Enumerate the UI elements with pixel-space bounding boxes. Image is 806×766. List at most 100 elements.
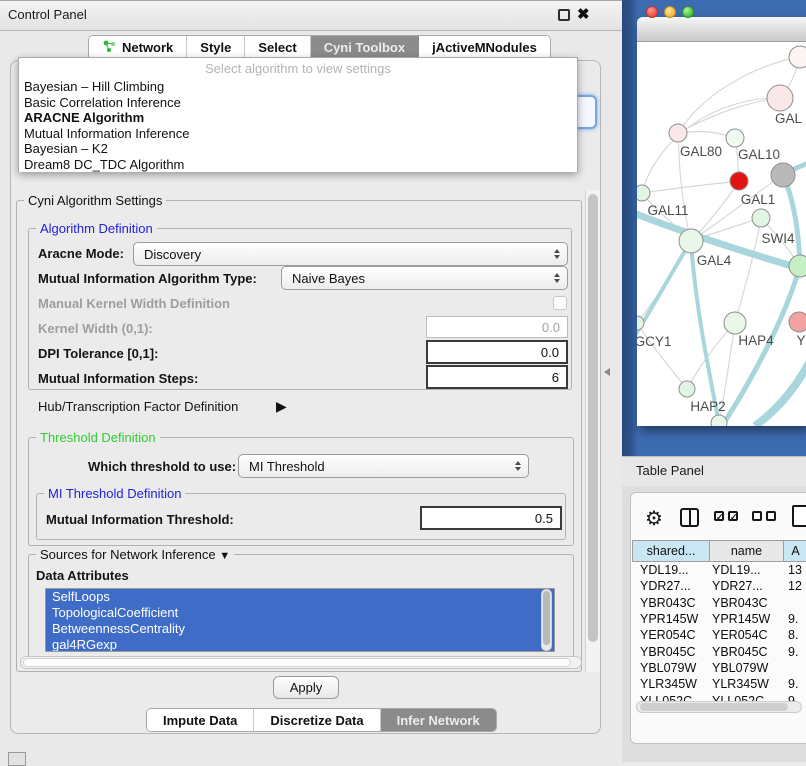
network-node[interactable] [724, 312, 746, 334]
table-row[interactable]: YDR27...YDR27...12 [632, 578, 806, 594]
tab-label: Style [200, 40, 231, 55]
deselect-all-checkbox-icon[interactable] [752, 511, 762, 521]
scrollbar-thumb[interactable] [543, 591, 550, 645]
columns-icon[interactable] [680, 508, 699, 527]
splitter-collapse-icon[interactable] [604, 368, 610, 376]
close-icon[interactable]: ✖ [577, 5, 590, 23]
hub-definition-label[interactable]: Hub/Transcription Factor Definition [38, 399, 238, 414]
algorithm-option-mutual-information-inference[interactable]: Mutual Information Inference [19, 126, 577, 142]
table-row[interactable]: YBR043CYBR043C [632, 595, 806, 611]
aracne-mode-select[interactable]: Discovery [133, 242, 568, 266]
select-all-checkbox-icon[interactable]: ✓ [728, 511, 738, 521]
table-row[interactable]: YLL052CYLL052C9. [632, 692, 806, 701]
algorithm-option-basic-correlation-inference[interactable]: Basic Correlation Inference [19, 95, 577, 111]
document-icon[interactable] [792, 505, 806, 527]
network-node[interactable] [637, 316, 644, 330]
table-row[interactable]: YBR045CYBR045C9. [632, 643, 806, 659]
bottom-tab-impute-data[interactable]: Impute Data [147, 709, 254, 731]
tab-style[interactable]: Style [187, 36, 245, 59]
network-node[interactable] [752, 209, 770, 227]
float-window-icon[interactable] [558, 9, 570, 21]
scrollbar-thumb[interactable] [640, 703, 788, 711]
which-threshold-select[interactable]: MI Threshold [238, 454, 529, 478]
table-horizontal-scrollbar[interactable] [636, 701, 802, 713]
node-label-gcy1: GCY1 [637, 334, 671, 349]
network-node[interactable] [679, 381, 695, 397]
cell-name: YLR345W [710, 677, 784, 691]
spinner-arrows-icon [554, 249, 560, 259]
minimize-traffic-light-icon[interactable] [664, 6, 676, 18]
algorithm-option-aracne-algorithm[interactable]: ARACNE Algorithm [19, 110, 577, 126]
cell-name: YDR27... [710, 579, 784, 593]
data-attribute-option-selfloops[interactable]: SelfLoops [46, 589, 554, 605]
bottom-tab-discretize-data[interactable]: Discretize Data [254, 709, 380, 731]
bottom-tabbar: Impute DataDiscretize DataInfer Network [146, 708, 497, 732]
tab-cyni-toolbox[interactable]: Cyni Toolbox [311, 36, 419, 59]
algorithm-option-bayesian-k2[interactable]: Bayesian – K2 [19, 141, 577, 157]
network-node[interactable] [789, 46, 806, 68]
settings-vertical-scrollbar[interactable] [585, 190, 600, 672]
sources-legend[interactable]: Sources for Network Inference ▼ [36, 547, 234, 562]
network-window-titlebar[interactable] [637, 17, 806, 42]
expand-arrow-icon[interactable]: ▶ [276, 398, 287, 415]
tab-jactivemnodules[interactable]: jActiveMNodules [419, 36, 550, 59]
data-attribute-option-betweennesscentrality[interactable]: BetweennessCentrality [46, 621, 554, 637]
table-row[interactable]: YBL079WYBL079W [632, 660, 806, 676]
algorithm-option-bayesian-hill-climbing[interactable]: Bayesian – Hill Climbing [19, 79, 577, 95]
network-node[interactable] [726, 129, 744, 147]
mi-type-label: Mutual Information Algorithm Type: [38, 271, 257, 286]
mi-type-value: Naive Bayes [292, 271, 365, 286]
network-node[interactable] [730, 172, 748, 190]
collapse-arrow-icon[interactable]: ▼ [219, 550, 230, 562]
gear-icon[interactable]: ⚙ [645, 506, 663, 531]
dpi-tolerance-input[interactable]: 0.0 [426, 340, 568, 364]
settings-horizontal-scrollbar[interactable] [20, 656, 582, 669]
column-header-name[interactable]: name [710, 540, 784, 562]
manual-kernel-checkbox[interactable] [553, 296, 567, 310]
zoom-traffic-light-icon[interactable] [682, 6, 694, 18]
apply-button[interactable]: Apply [273, 676, 339, 699]
node-label-swi4: SWI4 [761, 231, 794, 246]
select-all-checkbox-icon[interactable]: ✓ [714, 511, 724, 521]
table-row[interactable]: YDL19...YDL19...13 [632, 562, 806, 578]
node-label-y: Y [796, 333, 805, 348]
bottom-tab-infer-network[interactable]: Infer Network [381, 709, 496, 731]
cell-shared-name: YPR145W [632, 612, 710, 626]
table-row[interactable]: YPR145WYPR145W9. [632, 611, 806, 627]
table-row[interactable]: YLR345WYLR345W9. [632, 676, 806, 692]
network-node[interactable] [789, 255, 806, 277]
network-node[interactable] [679, 229, 703, 253]
data-attributes-list[interactable]: SelfLoopsTopologicalCoefficientBetweenne… [45, 588, 555, 652]
mi-steps-input[interactable]: 6 [426, 365, 568, 389]
attributes-list-scrollbar[interactable] [541, 589, 552, 651]
table-header-row: shared... name A [632, 540, 806, 562]
cell-shared-name: YLL052C [632, 694, 710, 701]
table-row[interactable]: YER054CYER054C8. [632, 627, 806, 643]
network-canvas[interactable]: GALGAL80GAL10GAL1GAL11GAL4SWI4GCY1HAP4YH… [637, 42, 806, 426]
network-node[interactable] [669, 124, 687, 142]
network-node[interactable] [767, 85, 793, 111]
deselect-all-checkbox-icon[interactable] [766, 511, 776, 521]
data-attribute-option-topologicalcoefficient[interactable]: TopologicalCoefficient [46, 605, 554, 621]
close-traffic-light-icon[interactable] [646, 6, 658, 18]
column-header-partial[interactable]: A [784, 540, 806, 562]
network-node[interactable] [637, 185, 650, 201]
control-panel-titlebar [0, 0, 622, 31]
mi-type-select[interactable]: Naive Bayes [281, 266, 568, 290]
dock-panel-icon[interactable] [8, 752, 26, 766]
data-attribute-option-gal4rgexp[interactable]: gal4RGexp [46, 637, 554, 652]
network-node[interactable] [711, 415, 727, 426]
algorithm-option-dream8-dc-tdc-algorithm[interactable]: Dream8 DC_TDC Algorithm [19, 157, 577, 173]
network-node[interactable] [771, 163, 795, 187]
network-node[interactable] [789, 312, 806, 332]
mi-threshold-legend: MI Threshold Definition [44, 486, 185, 501]
algorithm-definition-legend: Algorithm Definition [36, 221, 157, 236]
column-header-shared-name[interactable]: shared... [632, 540, 710, 562]
cell-name: YLL052C [710, 694, 784, 701]
scrollbar-thumb[interactable] [588, 194, 598, 642]
tab-network[interactable]: Network [89, 36, 187, 59]
tab-select[interactable]: Select [245, 36, 310, 59]
kernel-width-input[interactable]: 0.0 [426, 316, 568, 338]
scrollbar-thumb[interactable] [23, 658, 571, 667]
mi-threshold-input[interactable]: 0.5 [420, 506, 562, 530]
